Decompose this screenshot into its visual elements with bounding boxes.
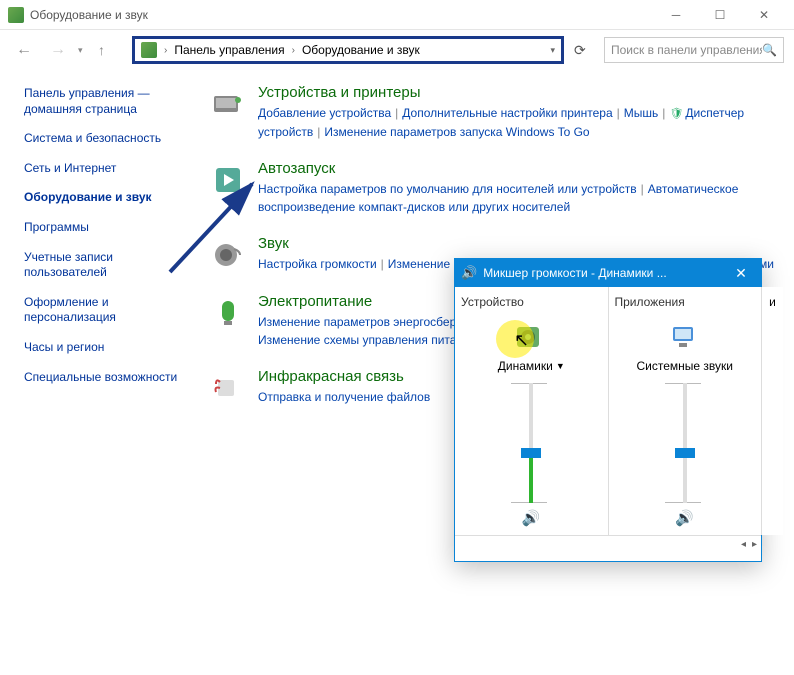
- mixer-titlebar[interactable]: 🔊 Микшер громкости - Динамики ... ✕: [455, 259, 761, 287]
- close-button[interactable]: ✕: [742, 0, 786, 30]
- mixer-device-header: Устройство: [461, 295, 524, 309]
- search-placeholder: Поиск в панели управления: [611, 43, 762, 57]
- sidebar-item[interactable]: Сеть и Интернет: [24, 161, 188, 177]
- control-panel-icon: [141, 42, 157, 58]
- category-link[interactable]: Изменение схемы управления питанием: [258, 333, 485, 347]
- breadcrumb-1[interactable]: Панель управления: [174, 43, 284, 57]
- sidebar-item[interactable]: Часы и регион: [24, 340, 188, 356]
- search-icon: 🔍: [762, 43, 777, 57]
- sidebar-item[interactable]: Программы: [24, 220, 188, 236]
- category-link[interactable]: Изменение параметров запуска Windows To …: [324, 125, 589, 139]
- category-title[interactable]: Устройства и принтеры: [258, 84, 782, 101]
- window-title: Оборудование и звук: [30, 8, 654, 22]
- category-link[interactable]: Настройка громкости: [258, 257, 377, 271]
- sidebar-item[interactable]: Учетные записи пользователей: [24, 250, 188, 281]
- device-label[interactable]: Динамики▼: [498, 359, 565, 373]
- app-label: Системные звуки: [637, 359, 733, 373]
- chevron-right-icon: ›: [292, 45, 295, 56]
- category-title[interactable]: Звук: [258, 235, 782, 252]
- volume-mixer-window: 🔊 Микшер громкости - Динамики ... ✕ Устр…: [454, 258, 762, 562]
- address-dropdown-icon[interactable]: ▾: [550, 45, 555, 56]
- category-icon: [208, 84, 248, 124]
- category-icon: [208, 368, 248, 408]
- category-link[interactable]: Добавление устройства: [258, 106, 391, 120]
- back-button[interactable]: ←: [10, 36, 38, 64]
- app-mute-button[interactable]: 🔊: [675, 509, 694, 527]
- sidebar-item[interactable]: Панель управления — домашняя страница: [24, 86, 188, 117]
- category-title[interactable]: Автозапуск: [258, 160, 782, 177]
- maximize-button[interactable]: ☐: [698, 0, 742, 30]
- category-icon: [208, 293, 248, 333]
- sidebar-item[interactable]: Специальные возможности: [24, 370, 188, 386]
- mixer-close-button[interactable]: ✕: [727, 265, 755, 282]
- mixer-scrollbar[interactable]: ◂▸: [455, 535, 761, 553]
- app-icon: [8, 7, 24, 23]
- category-icon: [208, 235, 248, 275]
- search-input[interactable]: Поиск в панели управления 🔍: [604, 37, 784, 63]
- device-mute-button[interactable]: 🔊: [522, 509, 541, 527]
- chevron-down-icon: ▼: [556, 361, 565, 371]
- sidebar-item[interactable]: Оборудование и звук: [24, 190, 188, 206]
- category-link[interactable]: Настройка параметров по умолчанию для но…: [258, 182, 637, 196]
- refresh-button[interactable]: ⟳: [574, 42, 598, 59]
- chevron-right-icon: ›: [164, 45, 167, 56]
- breadcrumb-2[interactable]: Оборудование и звук: [302, 43, 420, 57]
- mixer-partial-column: и: [761, 287, 783, 535]
- speaker-icon: 🔊: [461, 265, 477, 281]
- mixer-apps-header: Приложения: [615, 295, 685, 309]
- minimize-button[interactable]: ─: [654, 0, 698, 30]
- category-link[interactable]: Мышь: [624, 106, 659, 120]
- device-volume-slider[interactable]: [521, 383, 541, 503]
- category-link[interactable]: Дополнительные настройки принтера: [402, 106, 612, 120]
- category-icon: [208, 160, 248, 200]
- forward-button[interactable]: →: [44, 36, 72, 64]
- app-volume-slider[interactable]: [675, 383, 695, 503]
- device-speaker-icon[interactable]: [511, 319, 551, 355]
- sidebar: Панель управления — домашняя страница Сис…: [0, 70, 200, 675]
- category-link[interactable]: Отправка и получение файлов: [258, 390, 430, 404]
- system-sounds-icon[interactable]: [665, 319, 705, 355]
- mixer-title-text: Микшер громкости - Динамики ...: [483, 266, 727, 280]
- address-bar[interactable]: › Панель управления › Оборудование и зву…: [132, 36, 564, 64]
- up-button[interactable]: ↑: [98, 42, 122, 58]
- shield-icon: 🛡: [669, 108, 683, 120]
- sidebar-item[interactable]: Система и безопасность: [24, 131, 188, 147]
- sidebar-item[interactable]: Оформление и персонализация: [24, 295, 188, 326]
- history-dropdown[interactable]: ▾: [78, 45, 92, 56]
